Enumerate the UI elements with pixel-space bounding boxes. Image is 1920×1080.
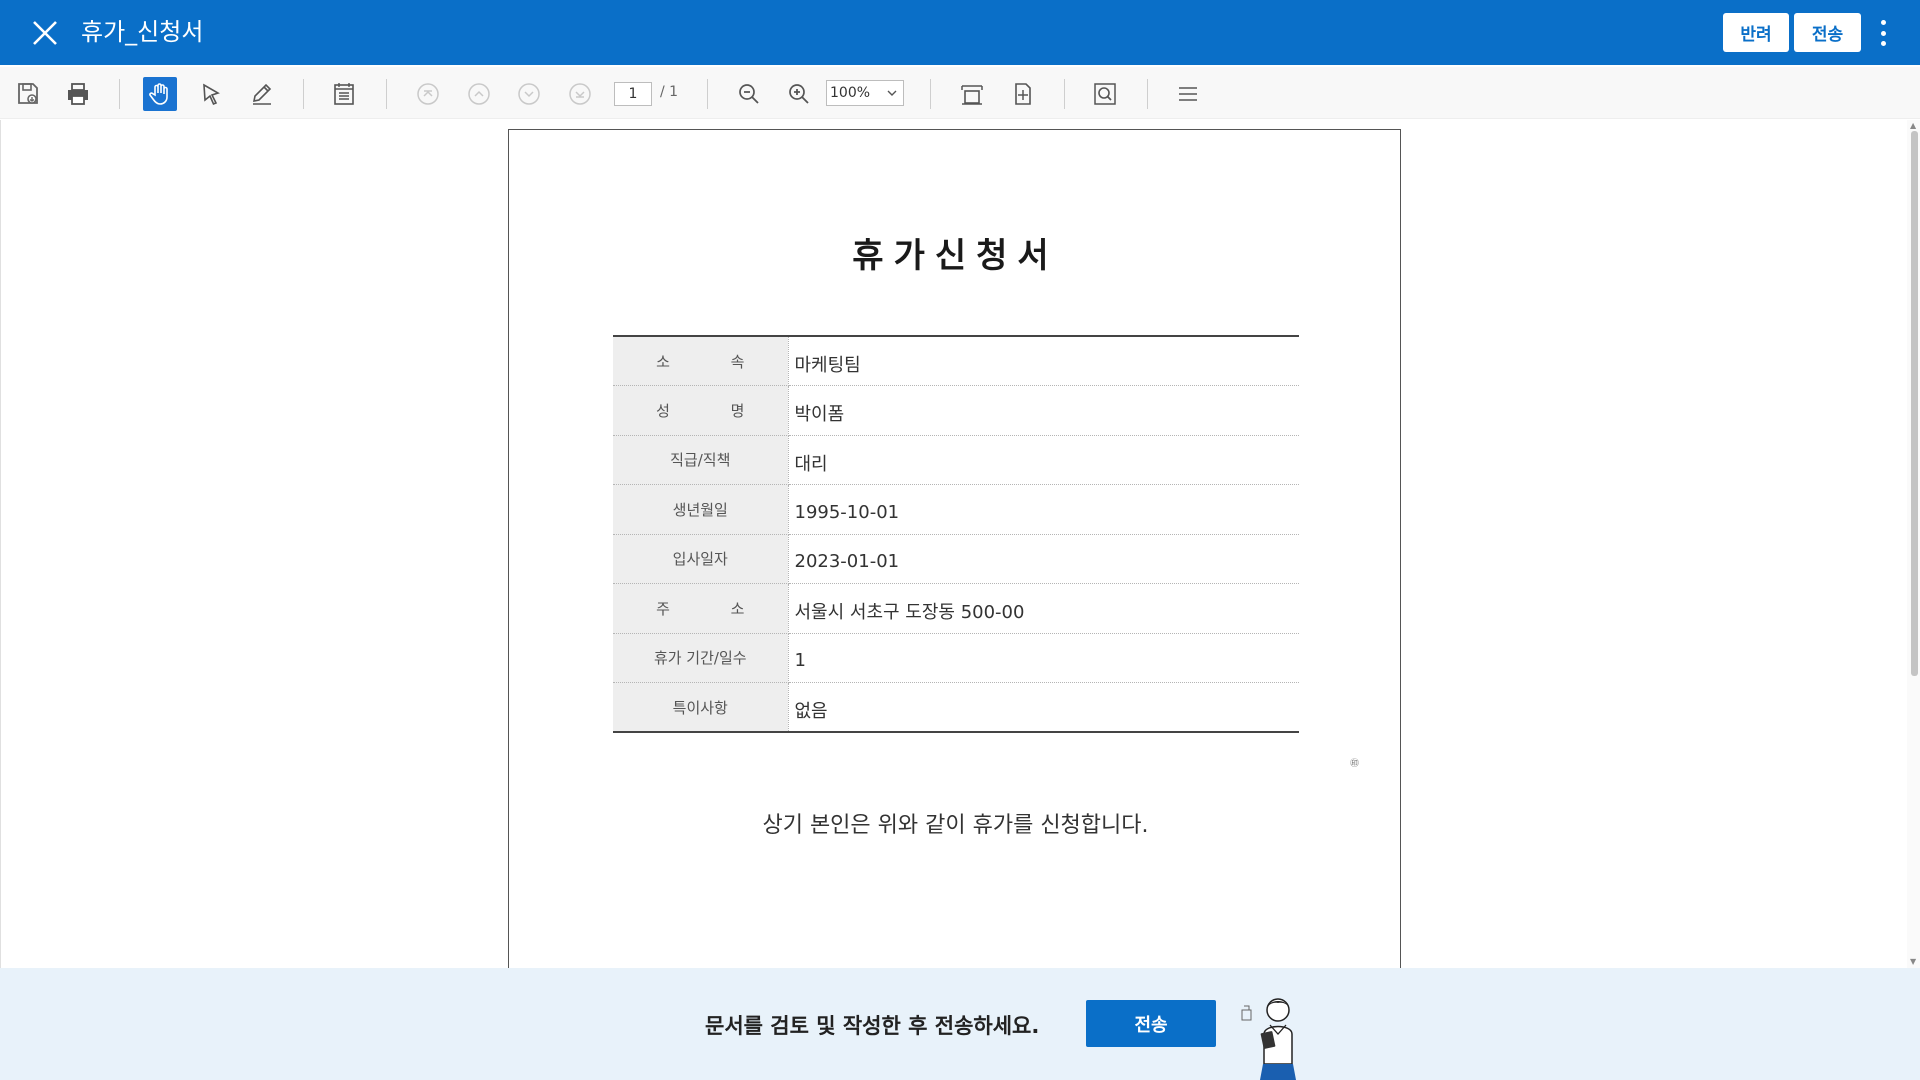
woman-with-tablet-illustration-icon [1241, 998, 1296, 1080]
scroll-down-icon[interactable]: ▼ [1910, 957, 1916, 966]
toolbar-divider [1147, 79, 1148, 109]
field-label-department: 소 속 [613, 336, 789, 386]
toolbar-divider [930, 79, 931, 109]
more-options-icon[interactable] [1876, 20, 1890, 46]
field-label-leave-period: 휴가 기간/일수 [613, 633, 789, 683]
toolbar-divider [119, 79, 120, 109]
field-label-position: 직급/직책 [613, 435, 789, 485]
fit-width-icon[interactable] [955, 77, 989, 111]
viewer-toolbar: / 1 100% [0, 67, 1920, 119]
field-value-department[interactable]: 마케팅팀 [788, 336, 1299, 386]
document-title: 휴가_신청서 [81, 18, 204, 46]
field-value-remarks[interactable]: 없음 [788, 683, 1299, 733]
field-label-remarks: 특이사항 [613, 682, 789, 732]
page-number-input[interactable] [614, 82, 652, 106]
table-row: 직급/직책 대리 [613, 435, 1299, 485]
fit-page-icon[interactable] [1006, 77, 1040, 111]
pen-edit-icon[interactable] [245, 77, 279, 111]
field-label-birthdate: 생년월일 [613, 484, 789, 535]
table-row: 성 명 박이폼 [613, 385, 1299, 436]
leave-form-table: 소 속 마케팅팀 성 명 박이폼 직급/직책 대리 생년월일 1995-10-0… [613, 335, 1299, 733]
select-arrow-icon[interactable] [195, 77, 229, 111]
app-header: 휴가_신청서 반려 전송 [0, 0, 1920, 65]
last-page-icon[interactable] [563, 77, 597, 111]
chevron-down-icon [887, 90, 897, 96]
scroll-up-icon[interactable]: ▲ [1910, 121, 1916, 130]
scrollbar-thumb[interactable] [1911, 131, 1918, 676]
zoom-select[interactable]: 100% [826, 80, 904, 106]
page-view-icon[interactable] [327, 77, 361, 111]
previous-page-icon[interactable] [462, 77, 496, 111]
table-row: 생년월일 1995-10-01 [613, 484, 1299, 535]
field-label-name: 성 명 [613, 385, 789, 436]
first-page-icon[interactable] [411, 77, 445, 111]
search-icon[interactable] [1088, 77, 1122, 111]
table-row: 특이사항 없음 [613, 682, 1299, 733]
field-value-position[interactable]: 대리 [788, 435, 1299, 485]
zoom-in-icon[interactable] [782, 77, 816, 111]
close-icon[interactable] [28, 16, 62, 50]
table-row: 소 속 마케팅팀 [613, 336, 1299, 386]
field-value-join-date[interactable]: 2023-01-01 [788, 534, 1299, 584]
application-statement: 상기 본인은 위와 같이 휴가를 신청합니다. [762, 813, 1149, 838]
toolbar-divider [386, 79, 387, 109]
toolbar-divider [1064, 79, 1065, 109]
field-label-join-date: 입사일자 [613, 534, 789, 584]
save-icon[interactable] [11, 77, 45, 111]
send-button[interactable]: 전송 [1794, 13, 1861, 52]
footer-send-button[interactable]: 전송 [1086, 1000, 1216, 1047]
toolbar-divider [707, 79, 708, 109]
field-value-address[interactable]: 서울시 서초구 도장동 500-00 [788, 583, 1299, 634]
footer-message: 문서를 검토 및 작성한 후 전송하세요. [705, 1014, 1040, 1038]
page-total: / 1 [660, 84, 679, 100]
field-value-name[interactable]: 박이폼 [788, 385, 1299, 436]
zoom-value: 100% [830, 85, 871, 101]
table-row: 주 소 서울시 서초구 도장동 500-00 [613, 583, 1299, 634]
form-title: 휴가신청서 [852, 236, 1059, 276]
field-label-address: 주 소 [613, 583, 789, 634]
menu-icon[interactable] [1171, 77, 1205, 111]
document-page: 휴가신청서 소 속 마케팅팀 성 명 박이폼 직급/직책 대리 생년월일 199… [508, 129, 1401, 974]
table-row: 휴가 기간/일수 1 [613, 633, 1299, 683]
table-row: 입사일자 2023-01-01 [613, 534, 1299, 584]
hand-tool-icon[interactable] [143, 77, 177, 111]
field-value-leave-period[interactable]: 1 [788, 633, 1299, 683]
print-icon[interactable] [61, 77, 95, 111]
field-value-birthdate[interactable]: 1995-10-01 [788, 484, 1299, 535]
seal-mark: ㊞ [1350, 759, 1360, 769]
zoom-out-icon[interactable] [732, 77, 766, 111]
toolbar-divider [303, 79, 304, 109]
reject-button[interactable]: 반려 [1723, 13, 1789, 52]
next-page-icon[interactable] [512, 77, 546, 111]
